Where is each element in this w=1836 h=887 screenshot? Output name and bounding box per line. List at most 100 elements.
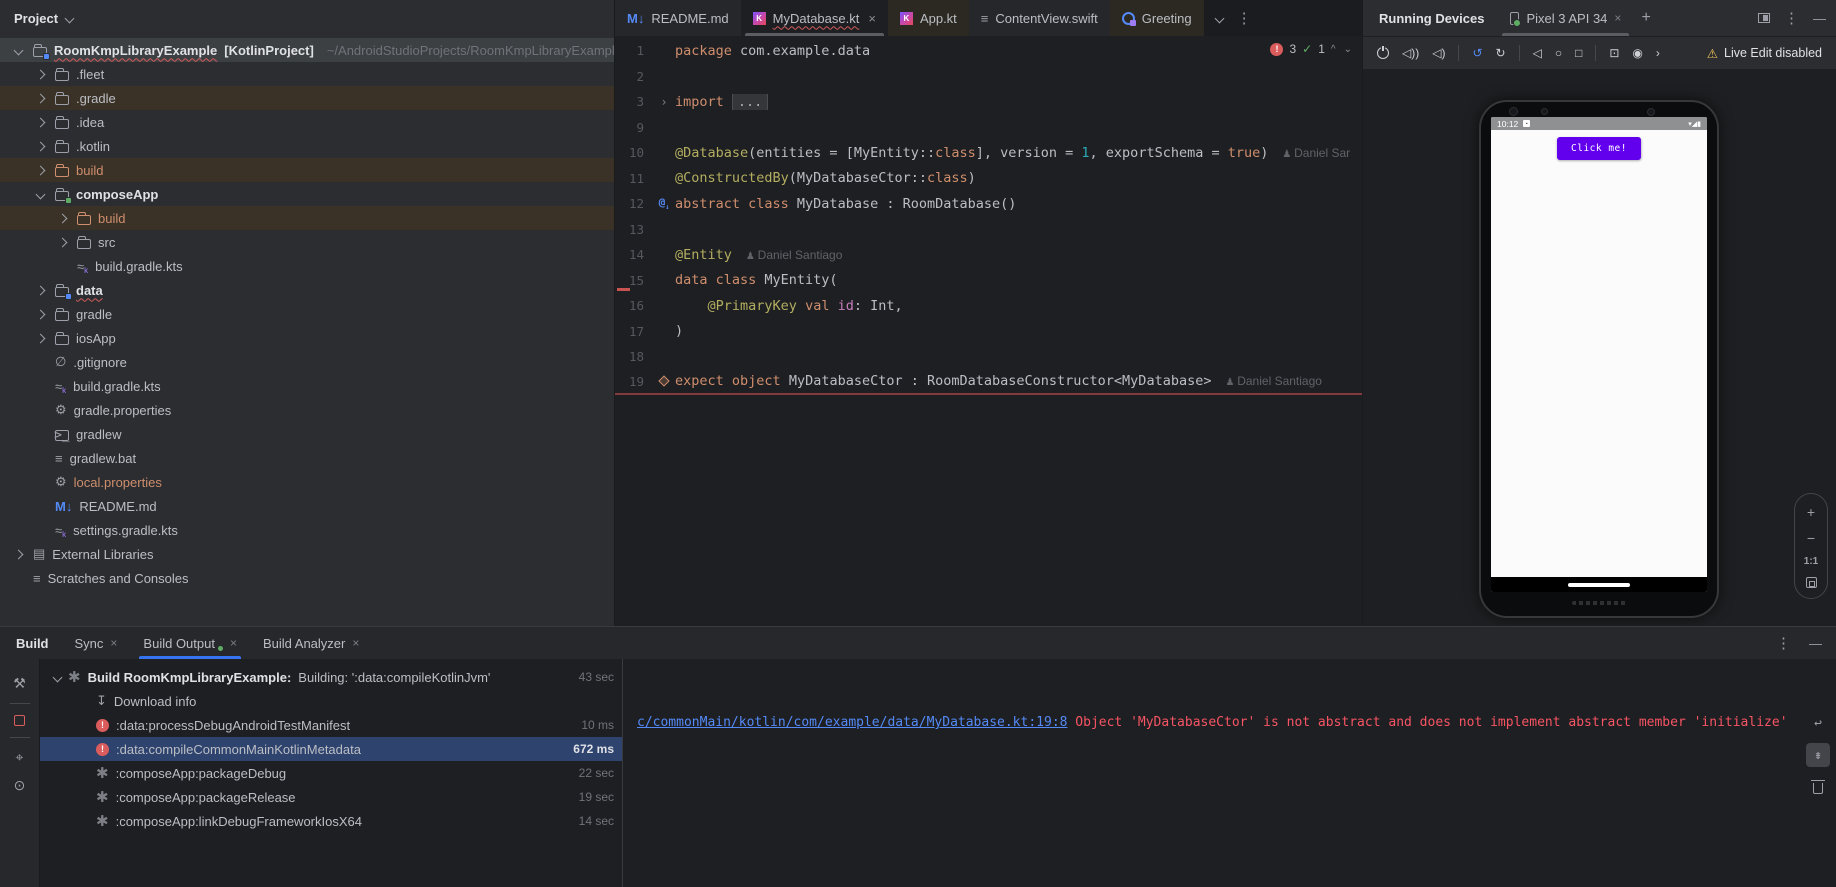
volume-up-icon[interactable]: ◁))	[1402, 46, 1419, 60]
build-row--composeapp-packagerelease[interactable]: ✱:composeApp:packageRelease 19 sec	[40, 785, 622, 809]
add-device-tab-button[interactable]: +	[1641, 9, 1650, 27]
tree-chevron-icon[interactable]	[32, 285, 48, 295]
editor-tab-contentview-swift[interactable]: ≡ ContentView.swift	[969, 0, 1110, 36]
tree-item-roomkmplibraryexample[interactable]: RoomKmpLibraryExample [KotlinProject] ~/A…	[0, 38, 614, 62]
tree-item-composeapp[interactable]: composeApp	[0, 182, 614, 206]
build-tab-build[interactable]: Build	[16, 627, 49, 659]
layout-editor-icon[interactable]	[1758, 13, 1770, 23]
tree-chevron-icon[interactable]	[10, 549, 26, 559]
tree-item-gradle-properties[interactable]: ⚙ gradle.properties	[0, 398, 614, 422]
build-tab-sync[interactable]: Sync ×	[75, 627, 118, 659]
editor-tab-greeting[interactable]: Greeting	[1109, 0, 1204, 36]
tree-item-data[interactable]: data	[0, 278, 614, 302]
editor-tab-mydatabase-kt[interactable]: K MyDatabase.kt ×	[740, 0, 888, 36]
volume-down-icon[interactable]: ◁)	[1432, 46, 1445, 60]
click-me-button[interactable]: Click me!	[1557, 137, 1641, 160]
gesture-pill[interactable]	[1568, 582, 1630, 587]
tree-item-external-libraries[interactable]: ▤ External Libraries	[0, 542, 614, 566]
tree-item-local-properties[interactable]: ⚙ local.properties	[0, 470, 614, 494]
editor-tab-app-kt[interactable]: K App.kt	[887, 0, 969, 36]
zoom-out-button[interactable]: −	[1807, 530, 1815, 546]
close-icon[interactable]: ×	[230, 636, 237, 650]
tree-chevron-icon[interactable]	[32, 93, 48, 103]
code-editor[interactable]: 1 package com.example.data 2 3 › import ... 9 1…	[615, 38, 1362, 626]
tree-item--kotlin[interactable]: .kotlin	[0, 134, 614, 158]
tree-item-scratches-and-consoles[interactable]: ≡ Scratches and Consoles	[0, 566, 614, 590]
build-tab-build-analyzer[interactable]: Build Analyzer ×	[263, 627, 359, 659]
tab-list-chevron-icon[interactable]	[1214, 13, 1225, 23]
tree-chevron-icon[interactable]	[32, 117, 48, 127]
zoom-to-fit-button[interactable]	[1805, 577, 1817, 588]
tree-chevron-icon[interactable]	[32, 309, 48, 319]
tree-item-build[interactable]: build	[0, 158, 614, 182]
tree-item-src[interactable]: src	[0, 230, 614, 254]
panel-options-kebab-icon[interactable]: ⋮	[1784, 9, 1799, 27]
tree-item-iosapp[interactable]: iosApp	[0, 326, 614, 350]
tree-chevron-icon[interactable]	[10, 45, 26, 55]
hide-panel-icon[interactable]: —	[1813, 11, 1826, 26]
scroll-to-end-icon[interactable]: ⇟	[1806, 743, 1830, 767]
tree-chevron-icon[interactable]	[54, 237, 70, 247]
tree-item-gradlew-bat[interactable]: ≡ gradlew.bat	[0, 446, 614, 470]
tree-item-gradle[interactable]: gradle	[0, 302, 614, 326]
tree-item--gitignore[interactable]: ∅ .gitignore	[0, 350, 614, 374]
previous-error-chevron-icon[interactable]: ^	[1331, 44, 1338, 55]
rotate-left-icon[interactable]: ↺	[1472, 46, 1482, 60]
clear-console-trash-icon[interactable]	[1806, 775, 1830, 799]
build-row--composeapp-linkdebugframeworkiosx64[interactable]: ✱:composeApp:linkDebugFrameworkIosX64 14 …	[40, 809, 622, 833]
tree-chevron-icon[interactable]	[32, 69, 48, 79]
tree-item--gradle[interactable]: .gradle	[0, 86, 614, 110]
inspect-eye-icon[interactable]: ⊙	[14, 777, 26, 794]
power-icon[interactable]	[1377, 45, 1389, 59]
screenshot-icon[interactable]: ⊡	[1609, 46, 1619, 60]
build-row-download-info[interactable]: ↧ Download info	[40, 689, 622, 713]
tree-item-gradlew[interactable]: >_ gradlew	[0, 422, 614, 446]
tree-item-build-gradle-kts[interactable]: ≈k build.gradle.kts	[0, 374, 614, 398]
build-row--composeapp-packagedebug[interactable]: ✱:composeApp:packageDebug 22 sec	[40, 761, 622, 785]
build-row--data-compilecommonmainkotlinmetadata[interactable]: !:data:compileCommonMainKotlinMetadata 67…	[40, 737, 622, 761]
tree-chevron-icon[interactable]	[32, 189, 48, 199]
home-icon[interactable]: ○	[1555, 46, 1562, 60]
tree-chevron-icon[interactable]	[32, 141, 48, 151]
record-icon[interactable]: ◉	[1632, 46, 1642, 60]
build-row-building-data-compilekotlinjvm-[interactable]: ✱ Build RoomKmpLibraryExample: Building: …	[40, 665, 622, 689]
rotate-right-icon[interactable]: ↻	[1496, 46, 1506, 60]
expect-declaration-gutter-icon[interactable]	[658, 375, 670, 387]
close-icon[interactable]: ×	[868, 11, 876, 26]
tree-item-build[interactable]: build	[0, 206, 614, 230]
overview-icon[interactable]: □	[1575, 46, 1582, 60]
project-panel-header[interactable]: Project	[0, 0, 614, 36]
more-chevron-icon[interactable]: ›	[1656, 46, 1660, 60]
tree-item-settings-gradle-kts[interactable]: ≈k settings.gradle.kts	[0, 518, 614, 542]
tree-chevron-icon[interactable]	[32, 333, 48, 343]
source-link[interactable]: c/commonMain/kotlin/com/example/data/MyD…	[637, 715, 1067, 730]
next-error-chevron-icon[interactable]: ⌄	[1344, 44, 1352, 55]
close-icon[interactable]: ×	[110, 636, 117, 650]
hide-build-panel-icon[interactable]: —	[1809, 634, 1822, 652]
tree-item--idea[interactable]: .idea	[0, 110, 614, 134]
inspections-widget[interactable]: ! 3 ✓ 1 ^ ⌄	[1270, 42, 1352, 56]
fold-chevron-icon[interactable]: ›	[660, 95, 667, 109]
stop-build-icon[interactable]	[14, 715, 25, 726]
soft-wrap-icon[interactable]: ↩	[1806, 711, 1830, 735]
zoom-in-button[interactable]: +	[1807, 504, 1815, 520]
tree-item--fleet[interactable]: .fleet	[0, 62, 614, 86]
zoom-reset-button[interactable]: 1:1	[1804, 556, 1818, 567]
build-options-kebab-icon[interactable]: ⋮	[1776, 634, 1791, 652]
tree-chevron-icon[interactable]	[32, 165, 48, 175]
build-tab-build-output[interactable]: Build Output ×	[139, 627, 241, 659]
build-row--data-processdebugandroidtestmanifest[interactable]: !:data:processDebugAndroidTestManifest 10…	[40, 713, 622, 737]
editor-tab-readme-md[interactable]: M↓ README.md	[615, 0, 741, 36]
close-icon[interactable]: ×	[1614, 11, 1621, 25]
close-icon[interactable]: ×	[352, 636, 359, 650]
annotation-gutter-icon[interactable]: @↓	[659, 196, 670, 211]
build-hammer-icon[interactable]: ⚒	[13, 675, 26, 692]
tab-options-kebab-icon[interactable]: ⋮	[1237, 9, 1252, 27]
build-output-console[interactable]: c/commonMain/kotlin/com/example/data/MyD…	[622, 659, 1836, 887]
pixel-3-emulator-screen[interactable]: 10:12 ▪ ▾◢▮ Click me!	[1479, 100, 1719, 618]
tree-item-build-gradle-kts[interactable]: ≈k build.gradle.kts	[0, 254, 614, 278]
device-tab-pixel-3[interactable]: Pixel 3 API 34 ×	[1500, 0, 1631, 36]
chevron-down-icon[interactable]	[52, 672, 63, 682]
tree-item-readme-md[interactable]: M↓ README.md	[0, 494, 614, 518]
tree-chevron-icon[interactable]	[54, 213, 70, 223]
